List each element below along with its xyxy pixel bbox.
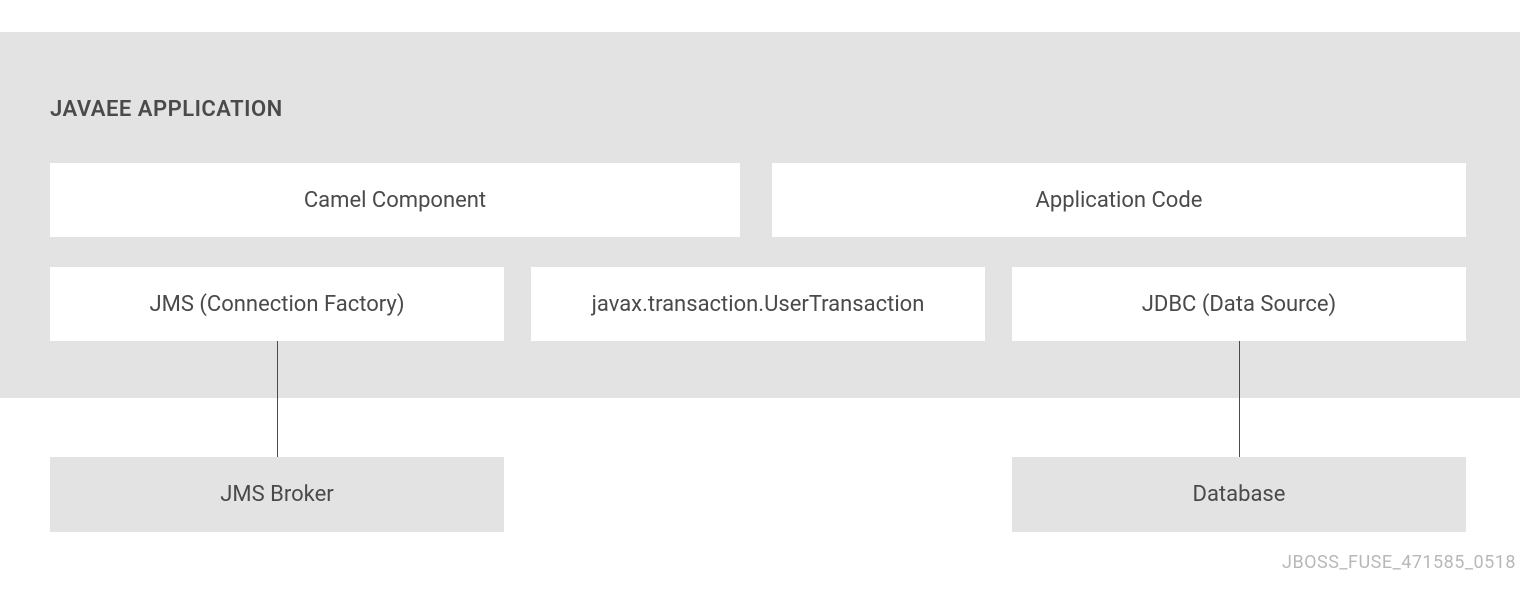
application-code-label: Application Code xyxy=(1036,188,1203,213)
jdbc-data-source-box: JDBC (Data Source) xyxy=(1012,267,1466,341)
footer-label: JBOSS_FUSE_471585_0518 xyxy=(1282,552,1516,573)
user-transaction-box: javax.transaction.UserTransaction xyxy=(531,267,985,341)
application-code-box: Application Code xyxy=(772,163,1466,237)
jms-connection-factory-box: JMS (Connection Factory) xyxy=(50,267,504,341)
jms-broker-box: JMS Broker xyxy=(50,457,504,532)
jms-connection-factory-label: JMS (Connection Factory) xyxy=(150,292,405,317)
diagram-container: JAVAEE APPLICATION Camel Component Appli… xyxy=(0,0,1520,610)
jms-broker-label: JMS Broker xyxy=(220,482,333,507)
camel-component-label: Camel Component xyxy=(304,188,486,213)
camel-component-box: Camel Component xyxy=(50,163,740,237)
database-label: Database xyxy=(1193,482,1286,507)
user-transaction-label: javax.transaction.UserTransaction xyxy=(592,292,925,317)
connector-jdbc-to-database xyxy=(1239,341,1240,457)
connector-jms-to-broker xyxy=(277,341,278,457)
database-box: Database xyxy=(1012,457,1466,532)
panel-title: JAVAEE APPLICATION xyxy=(50,97,283,122)
jdbc-data-source-label: JDBC (Data Source) xyxy=(1142,292,1336,317)
